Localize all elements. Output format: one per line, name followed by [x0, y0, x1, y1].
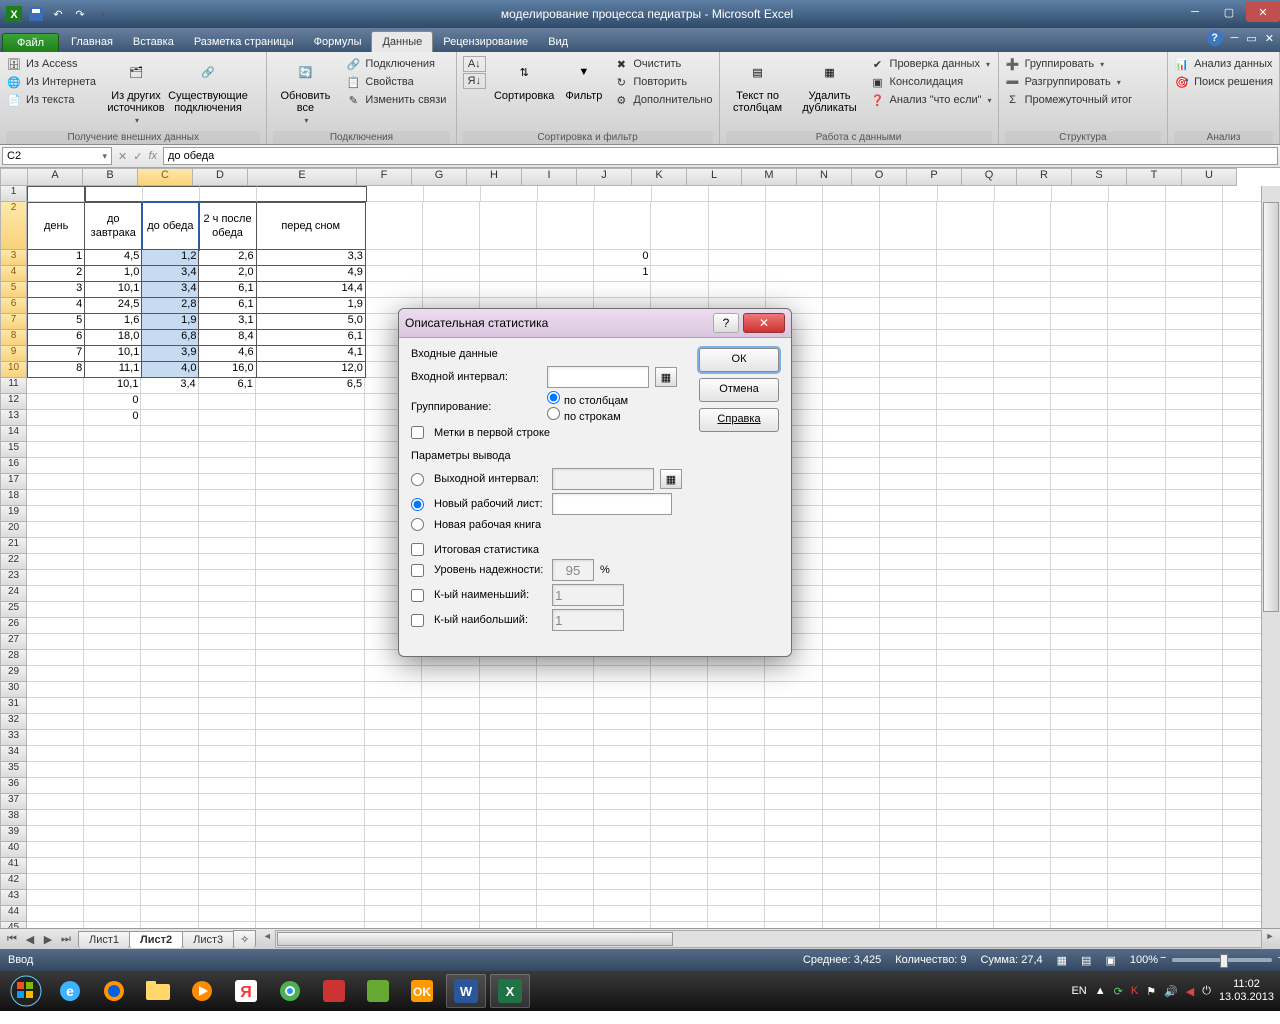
- dialog-close-button[interactable]: ✕: [743, 313, 785, 333]
- confidence-field: [552, 559, 594, 581]
- cancel-button[interactable]: Отмена: [699, 378, 779, 402]
- section-input: Входные данные: [411, 348, 689, 360]
- radio-output-range[interactable]: [411, 473, 424, 486]
- kth-smallest-field: [552, 584, 624, 606]
- section-output: Параметры вывода: [411, 450, 689, 462]
- descriptive-statistics-dialog: Описательная статистика ? ✕ Входные данн…: [398, 308, 792, 657]
- input-range-ref-button[interactable]: ▦: [655, 367, 677, 387]
- kth-largest-field: [552, 609, 624, 631]
- radio-by-rows[interactable]: [547, 407, 560, 420]
- dialog-title: Описательная статистика: [405, 316, 548, 330]
- radio-by-columns[interactable]: [547, 391, 560, 404]
- checkbox-labels-first-row[interactable]: [411, 426, 424, 439]
- output-range-ref-button[interactable]: ▦: [660, 469, 682, 489]
- ok-button[interactable]: ОК: [699, 348, 779, 372]
- help-button[interactable]: Справка: [699, 408, 779, 432]
- label-grouping: Группирование:: [411, 401, 541, 413]
- radio-new-workbook[interactable]: [411, 518, 424, 531]
- checkbox-kth-largest[interactable]: [411, 614, 424, 627]
- dialog-help-icon[interactable]: ?: [713, 313, 739, 333]
- output-range-field: [552, 468, 654, 490]
- new-worksheet-field[interactable]: [552, 493, 672, 515]
- checkbox-kth-smallest[interactable]: [411, 589, 424, 602]
- radio-new-worksheet[interactable]: [411, 498, 424, 511]
- label-input-range: Входной интервал:: [411, 371, 541, 383]
- checkbox-confidence[interactable]: [411, 564, 424, 577]
- checkbox-summary-stats[interactable]: [411, 543, 424, 556]
- input-range-field[interactable]: [547, 366, 649, 388]
